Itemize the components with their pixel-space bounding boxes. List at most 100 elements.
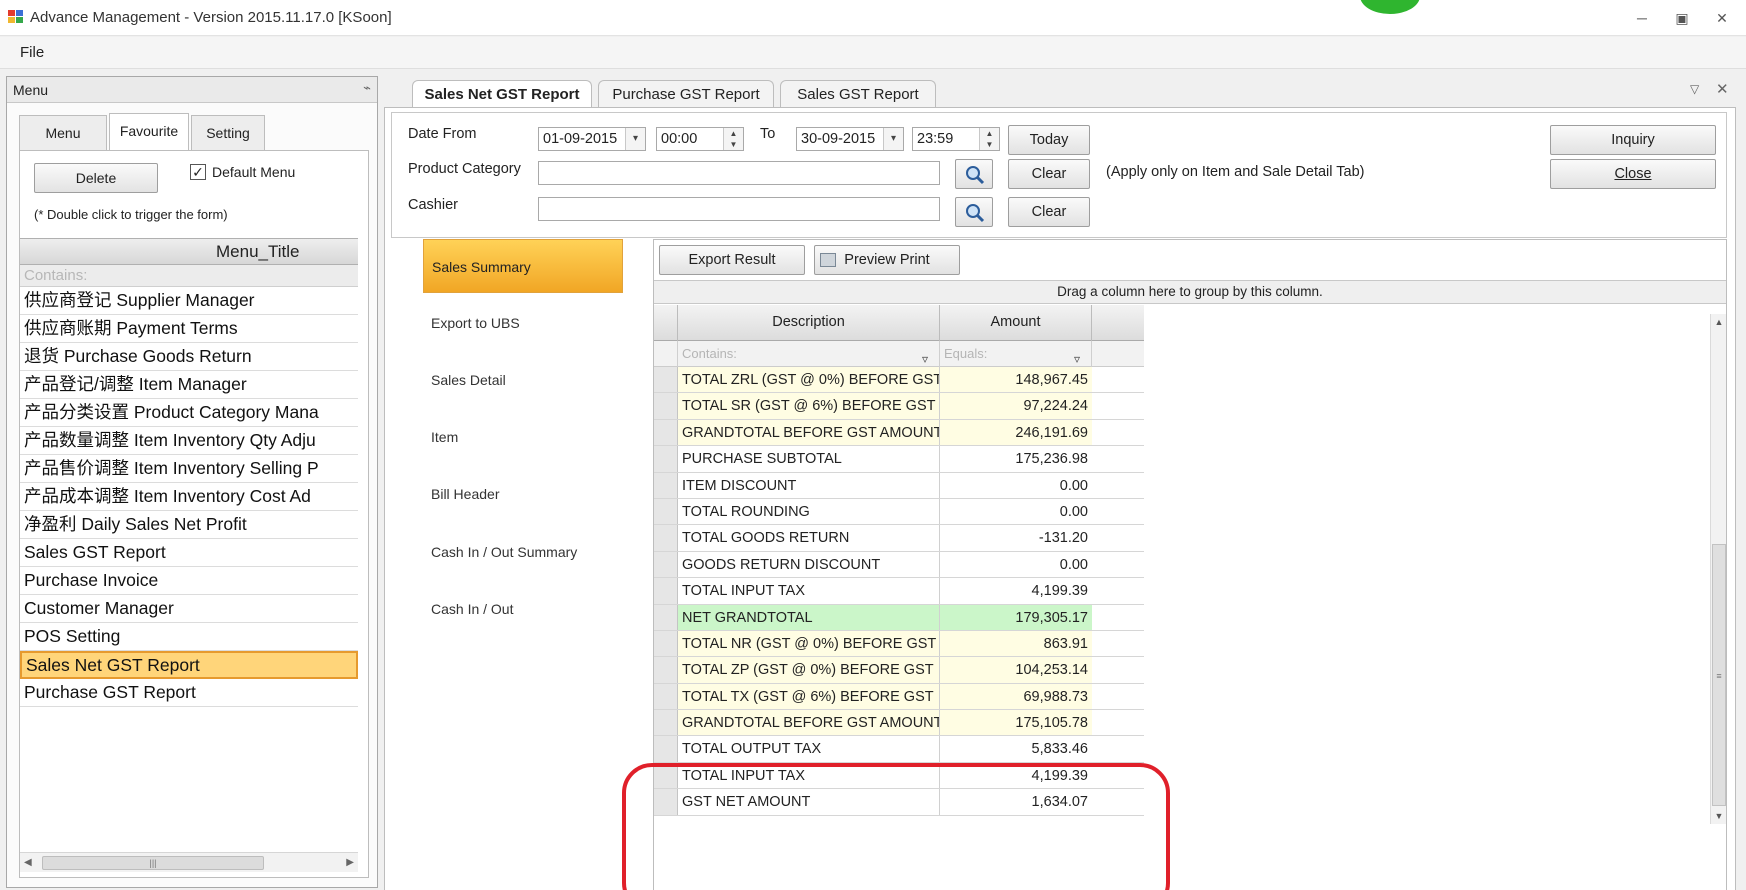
amount-cell[interactable]: 175,105.78 [940, 710, 1092, 736]
scroll-up-icon[interactable]: ▲ [1711, 314, 1727, 330]
cashier-search-button[interactable] [955, 197, 993, 227]
date-from-picker[interactable]: 01-09-2015 ▾ [538, 127, 646, 151]
amount-cell[interactable]: 5,833.46 [940, 736, 1092, 762]
tab-list-dropdown-icon[interactable]: ▽ [1690, 82, 1699, 96]
side-tab-export-to-ubs[interactable]: Export to UBS [423, 296, 623, 350]
export-result-button[interactable]: Export Result [659, 245, 805, 275]
row-indicator[interactable] [654, 762, 678, 789]
menu-title-item[interactable]: 供应商登记 Supplier Manager [20, 287, 358, 315]
row-indicator[interactable] [654, 393, 678, 419]
description-cell[interactable]: TOTAL OUTPUT TAX [678, 736, 940, 762]
description-cell[interactable]: TOTAL TX (GST @ 6%) BEFORE GST [678, 683, 940, 710]
scroll-down-icon[interactable]: ▼ [1711, 808, 1727, 824]
amount-cell[interactable]: 69,988.73 [940, 683, 1092, 710]
amount-cell[interactable]: 97,224.24 [940, 393, 1092, 419]
table-row[interactable]: TOTAL TX (GST @ 6%) BEFORE GST 69,988.73 [654, 683, 1144, 711]
menu-title-item[interactable]: Sales Net GST Report [20, 651, 358, 679]
amount-cell[interactable]: 0.00 [940, 498, 1092, 525]
row-indicator[interactable] [654, 551, 678, 578]
description-cell[interactable]: TOTAL NR (GST @ 0%) BEFORE GST [678, 630, 940, 657]
spinner-arrows-icon[interactable]: ▲ ▼ [979, 128, 999, 150]
table-row[interactable]: TOTAL ZRL (GST @ 0%) BEFORE GST 148,967.4… [654, 367, 1144, 394]
table-row[interactable]: NET GRANDTOTAL 179,305.17 [654, 604, 1144, 631]
description-cell[interactable]: TOTAL INPUT TAX [678, 762, 940, 789]
row-indicator[interactable] [654, 498, 678, 525]
clear-category-button[interactable]: Clear [1008, 159, 1090, 189]
table-row[interactable]: GRANDTOTAL BEFORE GST AMOUNT 175,105.78 [654, 710, 1144, 737]
menu-title-item[interactable]: 产品分类设置 Product Category Mana [20, 399, 358, 427]
table-row[interactable]: TOTAL OUTPUT TAX 5,833.46 [654, 736, 1144, 763]
menu-title-item[interactable]: 产品成本调整 Item Inventory Cost Ad [20, 483, 358, 511]
amount-cell[interactable]: 179,305.17 [940, 604, 1092, 630]
row-indicator[interactable] [654, 578, 678, 604]
side-tab-item[interactable]: Item [423, 410, 623, 464]
menu-title-column-header[interactable]: Menu_Title [20, 238, 358, 265]
menu-title-item[interactable]: 产品数量调整 Item Inventory Qty Adju [20, 427, 358, 455]
tab-sales-gst-report[interactable]: Sales GST Report [780, 80, 936, 108]
amount-cell[interactable]: 4,199.39 [940, 578, 1092, 604]
time-to-spinner[interactable]: 23:59 ▲ ▼ [912, 127, 1000, 151]
side-tab-cash-in-out-summary[interactable]: Cash In / Out Summary [423, 525, 623, 579]
scroll-right-icon[interactable]: ▶ [346, 857, 354, 868]
close-icon[interactable]: ✕ [1707, 8, 1737, 28]
table-row[interactable]: GOODS RETURN DISCOUNT 0.00 [654, 551, 1144, 579]
row-indicator[interactable] [654, 525, 678, 551]
menu-title-item[interactable]: 供应商账期 Payment Terms [20, 315, 358, 343]
minimize-icon[interactable]: ─ [1627, 8, 1657, 28]
description-cell[interactable]: TOTAL ROUNDING [678, 498, 940, 525]
chevron-down-icon[interactable]: ▾ [883, 128, 903, 150]
menu-title-item[interactable]: 产品登记/调整 Item Manager [20, 371, 358, 399]
row-indicator[interactable] [654, 604, 678, 630]
menu-title-item[interactable]: 产品售价调整 Item Inventory Selling P [20, 455, 358, 483]
row-indicator[interactable] [654, 683, 678, 710]
tab-sales-net-gst-report[interactable]: Sales Net GST Report [412, 80, 592, 108]
amount-cell[interactable]: 4,199.39 [940, 762, 1092, 789]
description-cell[interactable]: GOODS RETURN DISCOUNT [678, 551, 940, 578]
horizontal-scrollbar[interactable]: ◀ ||| ▶ [20, 852, 358, 872]
row-indicator[interactable] [654, 367, 678, 393]
table-row[interactable]: TOTAL INPUT TAX 4,199.39 [654, 578, 1144, 605]
amount-cell[interactable]: 0.00 [940, 472, 1092, 498]
description-cell[interactable]: TOTAL ZP (GST @ 0%) BEFORE GST [678, 657, 940, 683]
description-cell[interactable]: GRANDTOTAL BEFORE GST AMOUNT [678, 419, 940, 446]
tab-menu[interactable]: Menu [19, 115, 107, 150]
menu-title-item[interactable]: 净盈利 Daily Sales Net Profit [20, 511, 358, 539]
table-row[interactable]: GRANDTOTAL BEFORE GST AMOUNT 246,191.69 [654, 419, 1144, 447]
amount-cell[interactable]: 1,634.07 [940, 789, 1092, 815]
time-from-spinner[interactable]: 00:00 ▲ ▼ [656, 127, 744, 151]
row-indicator[interactable] [654, 630, 678, 657]
default-menu-checkbox[interactable]: ✓ [190, 164, 206, 180]
maximize-icon[interactable]: ▣ [1667, 8, 1697, 28]
tab-purchase-gst-report[interactable]: Purchase GST Report [598, 80, 774, 108]
amount-cell[interactable]: 104,253.14 [940, 657, 1092, 683]
amount-cell[interactable]: 0.00 [940, 551, 1092, 578]
tab-setting[interactable]: Setting [191, 115, 265, 150]
today-button[interactable]: Today [1008, 125, 1090, 155]
group-by-panel[interactable]: Drag a column here to group by this colu… [654, 280, 1726, 304]
description-cell[interactable]: TOTAL ZRL (GST @ 0%) BEFORE GST [678, 367, 940, 393]
cashier-input[interactable] [538, 197, 940, 221]
menu-title-item[interactable]: Purchase Invoice [20, 567, 358, 595]
description-cell[interactable]: TOTAL GOODS RETURN [678, 525, 940, 551]
table-row[interactable]: GST NET AMOUNT 1,634.07 [654, 789, 1144, 816]
menu-title-item[interactable]: Customer Manager [20, 595, 358, 623]
row-indicator[interactable] [654, 472, 678, 498]
table-row[interactable]: TOTAL INPUT TAX 4,199.39 [654, 762, 1144, 790]
product-category-search-button[interactable] [955, 159, 993, 189]
preview-print-button[interactable]: Preview Print [814, 245, 960, 275]
amount-cell[interactable]: 175,236.98 [940, 446, 1092, 472]
spinner-arrows-icon[interactable]: ▲ ▼ [723, 128, 743, 150]
inquiry-button[interactable]: Inquiry [1550, 125, 1716, 155]
side-tab-sales-detail[interactable]: Sales Detail [423, 353, 623, 407]
date-to-picker[interactable]: 30-09-2015 ▾ [796, 127, 904, 151]
scroll-left-icon[interactable]: ◀ [24, 857, 32, 868]
side-tab-cash-in-out[interactable]: Cash In / Out [423, 582, 623, 636]
row-indicator[interactable] [654, 789, 678, 815]
amount-cell[interactable]: -131.20 [940, 525, 1092, 551]
vertical-scrollbar[interactable]: ▲ ≡ ▼ [1710, 314, 1726, 824]
table-row[interactable]: TOTAL NR (GST @ 0%) BEFORE GST 863.91 [654, 630, 1144, 658]
column-header-description[interactable]: Description [678, 305, 940, 341]
tab-favourite[interactable]: Favourite [109, 113, 189, 150]
scroll-thumb[interactable]: ≡ [1712, 544, 1726, 806]
description-cell[interactable]: PURCHASE SUBTOTAL [678, 446, 940, 472]
